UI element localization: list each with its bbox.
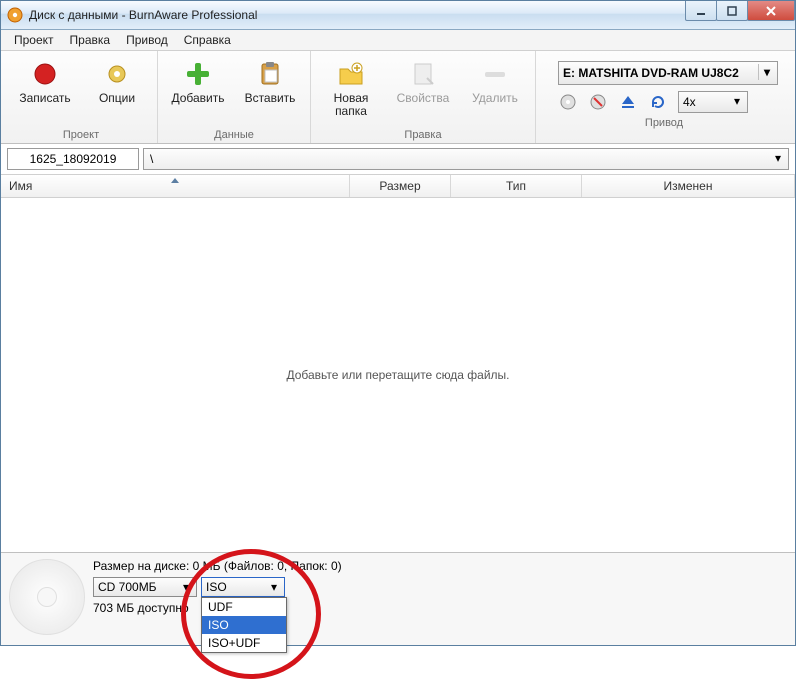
disc-usage-icon [9, 559, 85, 635]
delete-button[interactable]: Удалить [461, 55, 529, 127]
maximize-button[interactable] [716, 1, 748, 21]
title-bar: Диск с данными - BurnAware Professional [1, 1, 795, 30]
device-select-value: E: MATSHITA DVD-RAM UJ8C2 [563, 66, 739, 80]
capacity-select[interactable]: CD 700МБ ▾ [93, 577, 197, 597]
speed-select-value: 4x [683, 95, 696, 109]
group-data-label: Данные [214, 127, 254, 141]
capacity-value: CD 700МБ [98, 580, 157, 594]
filesystem-option[interactable]: UDF [202, 598, 286, 616]
gear-icon [101, 58, 133, 90]
clipboard-icon [254, 58, 286, 90]
disc-info-icon[interactable] [558, 92, 578, 112]
menu-edit[interactable]: Правка [63, 31, 118, 49]
col-modified[interactable]: Изменен [582, 175, 795, 197]
app-icon [7, 7, 23, 23]
minimize-button[interactable] [685, 1, 717, 21]
menu-drive[interactable]: Привод [119, 31, 175, 49]
minus-icon [479, 58, 511, 90]
sort-asc-icon [171, 178, 179, 183]
col-type-label: Тип [506, 179, 526, 193]
refresh-icon[interactable] [648, 92, 668, 112]
eject-icon[interactable] [618, 92, 638, 112]
path-value: \ [150, 152, 153, 166]
close-button[interactable] [747, 1, 795, 21]
menu-project[interactable]: Проект [7, 31, 61, 49]
chevron-down-icon: ▾ [770, 150, 786, 166]
new-folder-label-2: папка [335, 105, 367, 118]
options-button[interactable]: Опции [83, 55, 151, 127]
status-bar: Размер на диске: 0 МБ (Файлов: 0, Папок:… [1, 553, 795, 645]
col-name[interactable]: Имя [1, 175, 350, 197]
window-title: Диск с данными - BurnAware Professional [29, 8, 257, 22]
drive-tools: 4x ▾ [558, 91, 778, 113]
device-select[interactable]: E: MATSHITA DVD-RAM UJ8C2 ▾ [558, 61, 778, 85]
col-size-label: Размер [379, 179, 420, 193]
filesystem-value: ISO [206, 580, 227, 594]
erase-disc-icon[interactable] [588, 92, 608, 112]
paste-button[interactable]: Вставить [236, 55, 304, 127]
group-drive: E: MATSHITA DVD-RAM UJ8C2 ▾ 4x ▾ Привод [536, 51, 792, 143]
menu-bar: Проект Правка Привод Справка [1, 30, 795, 51]
drop-placeholder: Добавьте или перетащите сюда файлы. [286, 368, 509, 382]
col-type[interactable]: Тип [451, 175, 582, 197]
path-bar: 1625_18092019 \ ▾ [1, 144, 795, 175]
path-select[interactable]: \ ▾ [143, 148, 789, 170]
column-header: Имя Размер Тип Изменен [1, 175, 795, 198]
add-label: Добавить [171, 92, 224, 105]
filesystem-option[interactable]: ISO [202, 616, 286, 634]
col-modified-label: Изменен [664, 179, 713, 193]
group-project-label: Проект [63, 127, 99, 141]
record-icon [29, 58, 61, 90]
new-folder-button[interactable]: Новая папка [317, 55, 385, 127]
status-size-line: Размер на диске: 0 МБ (Файлов: 0, Папок:… [93, 559, 342, 573]
window-buttons [686, 1, 795, 21]
properties-label: Свойства [397, 92, 450, 105]
properties-button[interactable]: Свойства [389, 55, 457, 127]
group-project: Записать Опции Проект [5, 51, 158, 143]
new-folder-icon [335, 58, 367, 90]
options-label: Опции [99, 92, 135, 105]
properties-icon [407, 58, 439, 90]
plus-icon [182, 58, 214, 90]
paste-label: Вставить [245, 92, 296, 105]
filesystem-option[interactable]: ISO+UDF [202, 634, 286, 652]
col-size[interactable]: Размер [350, 175, 451, 197]
toolbar: Записать Опции Проект Добавить [1, 51, 795, 144]
filesystem-dropdown: UDF ISO ISO+UDF [201, 597, 287, 653]
group-edit-label: Правка [404, 127, 441, 141]
filesystem-select[interactable]: ISO ▾ [201, 577, 285, 597]
disc-name-input[interactable]: 1625_18092019 [7, 148, 139, 170]
add-button[interactable]: Добавить [164, 55, 232, 127]
chevron-down-icon: ▾ [266, 579, 282, 595]
chevron-down-icon: ▾ [729, 93, 745, 109]
record-button[interactable]: Записать [11, 55, 79, 127]
app-window: Диск с данными - BurnAware Professional … [0, 0, 796, 646]
group-data: Добавить Вставить Данные [158, 51, 311, 143]
chevron-down-icon: ▾ [758, 64, 775, 80]
delete-label: Удалить [472, 92, 518, 105]
speed-select[interactable]: 4x ▾ [678, 91, 748, 113]
chevron-down-icon: ▾ [178, 579, 194, 595]
record-label: Записать [19, 92, 70, 105]
menu-help[interactable]: Справка [177, 31, 238, 49]
col-name-label: Имя [9, 179, 32, 193]
file-list[interactable]: Добавьте или перетащите сюда файлы. [1, 198, 795, 553]
group-drive-label: Привод [645, 115, 683, 129]
group-edit: Новая папка Свойства Удалить Правка [311, 51, 536, 143]
